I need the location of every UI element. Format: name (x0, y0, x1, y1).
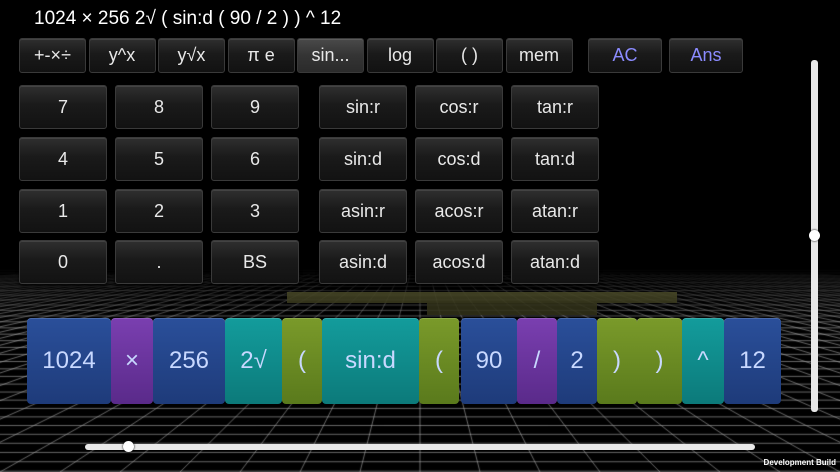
token-label: 12 (739, 347, 766, 374)
expression-token[interactable]: ) (637, 318, 682, 404)
token-label: ) (613, 347, 621, 374)
key-8[interactable]: 8 (115, 85, 203, 129)
key-sin-d[interactable]: sin:d (319, 137, 407, 181)
key-cos-r[interactable]: cos:r (415, 85, 503, 129)
key-9[interactable]: 9 (211, 85, 299, 129)
token-label: × (124, 347, 139, 374)
tab-log[interactable]: log (366, 38, 434, 73)
key-sin-r[interactable]: sin:r (319, 85, 407, 129)
expression-token[interactable]: / (517, 318, 557, 404)
key-atan-r[interactable]: atan:r (511, 189, 599, 233)
expression-token[interactable]: ( (282, 318, 322, 404)
horizontal-slider-handle[interactable] (123, 441, 134, 452)
key-0[interactable]: 0 (19, 240, 107, 284)
key-asin-r[interactable]: asin:r (319, 189, 407, 233)
expression-token[interactable]: 2√ (225, 318, 282, 404)
expression-token[interactable]: 256 (153, 318, 225, 404)
tab-root[interactable]: y√x (158, 38, 225, 73)
tab-constants[interactable]: π e (227, 38, 295, 73)
key-acos-r[interactable]: acos:r (415, 189, 503, 233)
expression-token[interactable]: 90 (461, 318, 517, 404)
token-label: 2√ (240, 347, 267, 374)
token-label: ) (655, 347, 664, 374)
ac-button[interactable]: AC (588, 38, 662, 73)
expression-token[interactable]: 12 (724, 318, 781, 404)
expression-token[interactable]: ) (597, 318, 637, 404)
key-7[interactable]: 7 (19, 85, 107, 129)
horizontal-scroll-slider[interactable] (85, 444, 755, 450)
expression-token[interactable]: 1024 (27, 318, 111, 404)
expression-token[interactable]: sin:d (322, 318, 419, 404)
token-shelf (287, 292, 677, 303)
tab-trig[interactable]: sin... (297, 38, 364, 73)
token-label: 2 (570, 347, 584, 374)
key-decimal[interactable]: . (115, 240, 203, 284)
tab-parentheses[interactable]: ( ) (436, 38, 503, 73)
tab-memory[interactable]: mem (505, 38, 573, 73)
key-tan-d[interactable]: tan:d (511, 137, 599, 181)
token-label: 1024 (42, 347, 96, 374)
token-label: ( (435, 347, 443, 374)
key-acos-d[interactable]: acos:d (415, 240, 503, 284)
key-6[interactable]: 6 (211, 137, 299, 181)
key-cos-d[interactable]: cos:d (415, 137, 503, 181)
tab-power[interactable]: y^x (88, 38, 156, 73)
token-label: / (533, 347, 541, 374)
expression-display: 1024 × 256 2√ ( sin:d ( 90 / 2 ) ) ^ 12 (34, 8, 342, 29)
vertical-slider-handle[interactable] (809, 230, 820, 241)
key-tan-r[interactable]: tan:r (511, 85, 599, 129)
key-4[interactable]: 4 (19, 137, 107, 181)
expression-token[interactable]: × (111, 318, 153, 404)
expression-token[interactable]: ( (419, 318, 459, 404)
key-5[interactable]: 5 (115, 137, 203, 181)
development-build-label: Development Build (763, 458, 836, 467)
token-label: 256 (168, 347, 210, 374)
token-label: ^ (697, 347, 709, 374)
key-asin-d[interactable]: asin:d (319, 240, 407, 284)
key-2[interactable]: 2 (115, 189, 203, 233)
key-atan-d[interactable]: atan:d (511, 240, 599, 284)
ans-button[interactable]: Ans (669, 38, 743, 73)
token-shelf-shadow (427, 303, 597, 315)
tab-operators[interactable]: +-×÷ (19, 38, 86, 73)
token-label: ( (298, 347, 306, 374)
token-label: sin:d (345, 347, 396, 374)
key-backspace[interactable]: BS (211, 240, 299, 284)
expression-token[interactable]: ^ (682, 318, 724, 404)
key-3[interactable]: 3 (211, 189, 299, 233)
key-1[interactable]: 1 (19, 189, 107, 233)
token-label: 90 (475, 347, 503, 374)
expression-token[interactable]: 2 (557, 318, 597, 404)
